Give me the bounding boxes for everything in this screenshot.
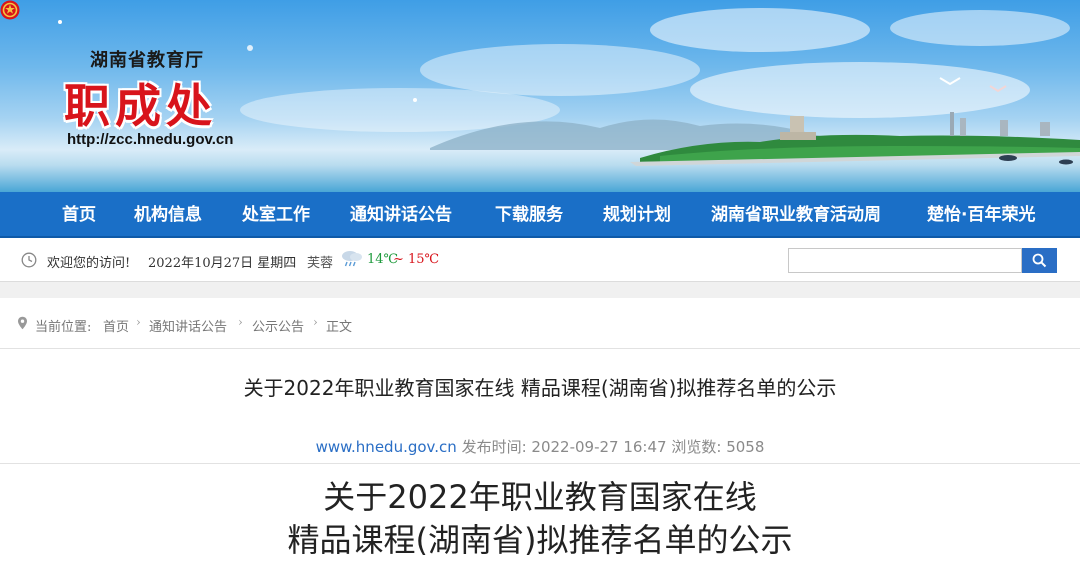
nav-item-downloads[interactable]: 下载服务 [495, 192, 563, 238]
nav-item-activity-week[interactable]: 湖南省职业教育活动周 [711, 192, 881, 238]
article-source[interactable]: www.hnedu.gov.cn [316, 438, 457, 456]
temp-separator: ~ [393, 252, 404, 267]
publish-time: 2022-09-27 16:47 [531, 438, 667, 456]
breadcrumb: 当前位置: 首页 › 通知讲话公告 › 公示公告 › 正文 [0, 298, 1080, 349]
nav-item-planning[interactable]: 规划计划 [603, 192, 671, 238]
article-meta: www.hnedu.gov.cn 发布时间: 2022-09-27 16:47 … [0, 436, 1080, 457]
chevron-right-icon: › [238, 315, 243, 329]
divider [0, 463, 1080, 464]
header-banner: 湖南省教育厅 职成处 http://zcc.hnedu.gov.cn [0, 0, 1080, 192]
breadcrumb-announcements[interactable]: 公示公告 [252, 316, 304, 335]
location-pin-icon [18, 316, 27, 330]
nav-item-office-work[interactable]: 处室工作 [242, 192, 310, 238]
department-name: 湖南省教育厅 [90, 50, 204, 71]
search-button[interactable] [1022, 248, 1057, 273]
search-icon [1032, 253, 1047, 268]
nav-item-home[interactable]: 首页 [62, 192, 96, 238]
breadcrumb-home[interactable]: 首页 [103, 316, 129, 335]
body-heading-line-1: 关于2022年职业教育国家在线 [323, 478, 757, 516]
breadcrumb-prefix: 当前位置: [35, 320, 92, 335]
rain-cloud-icon [342, 251, 362, 267]
breadcrumb-current: 正文 [326, 320, 353, 335]
nav-item-chuyi[interactable]: 楚怡·百年荣光 [927, 192, 1035, 238]
publish-label: 发布时间: [461, 438, 527, 456]
nav-item-notices[interactable]: 通知讲话公告 [350, 192, 452, 238]
chevron-right-icon: › [136, 315, 141, 329]
views-label: 浏览数: [671, 438, 722, 456]
clock-icon [21, 252, 37, 268]
welcome-text: 欢迎您的访问! [47, 256, 131, 271]
chevron-right-icon: › [313, 315, 318, 329]
temp-high: 15℃ [408, 252, 440, 267]
weather-city: 芙蓉 [307, 256, 334, 271]
current-date: 2022年10月27日 星期四 [148, 256, 297, 271]
site-url[interactable]: http://zcc.hnedu.gov.cn [67, 131, 233, 148]
national-emblem-icon [0, 0, 20, 20]
views-count: 5058 [726, 438, 765, 456]
search-input[interactable] [788, 248, 1022, 273]
article-body-heading: 关于2022年职业教育国家在线 精品课程(湖南省)拟推荐名单的公示 [0, 476, 1080, 562]
article-title: 关于2022年职业教育国家在线 精品课程(湖南省)拟推荐名单的公示 [243, 376, 837, 400]
body-heading-line-2: 精品课程(湖南省)拟推荐名单的公示 [287, 521, 793, 559]
breadcrumb-notices[interactable]: 通知讲话公告 [149, 316, 227, 335]
main-nav: 首页 机构信息 处室工作 通知讲话公告 下载服务 规划计划 湖南省职业教育活动周… [0, 192, 1080, 238]
nav-item-organization[interactable]: 机构信息 [134, 192, 202, 238]
site-title[interactable]: 职成处 [64, 70, 217, 136]
